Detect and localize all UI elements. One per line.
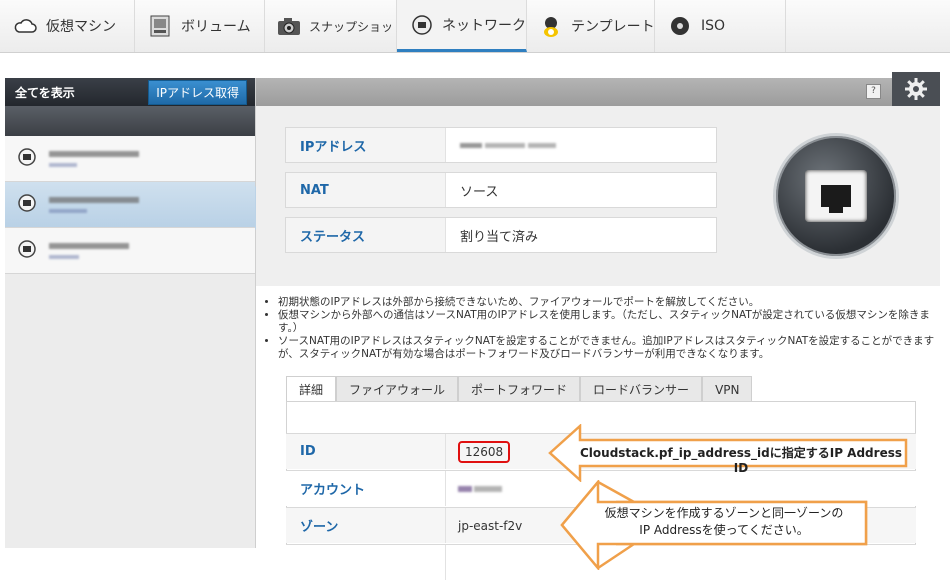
nav-tab-vm[interactable]: 仮想マシン	[0, 0, 135, 52]
nav-tab-volume[interactable]: ボリューム	[135, 0, 265, 52]
nav-tab-template[interactable]: テンプレート	[527, 0, 655, 52]
ip-list-item[interactable]	[5, 228, 255, 274]
zone-callout: 仮想マシンを作成するゾーンと同一ゾーンの IP Addressを使ってください。	[560, 480, 888, 570]
field-label: IPアドレス	[286, 128, 446, 162]
list-subheader	[5, 106, 255, 136]
row-value: 12608	[446, 440, 511, 463]
nav-tab-label: 仮想マシン	[46, 19, 116, 35]
network-icon	[17, 147, 37, 170]
field-ip-address: IPアドレス	[285, 127, 717, 163]
tab-firewall[interactable]: ファイアウォール	[336, 376, 459, 402]
id-value: 12608	[458, 440, 511, 463]
field-value: ソース	[460, 184, 499, 200]
camera-icon	[277, 13, 301, 39]
field-label: NAT	[286, 173, 446, 207]
row-value	[446, 485, 502, 492]
nav-tab-snapshot[interactable]: スナップショット	[265, 0, 405, 52]
nav-tab-label: テンプレート	[571, 19, 655, 35]
network-icon	[17, 239, 37, 262]
nav-tab-label: スナップショット	[309, 19, 406, 34]
field-value: 割り当て済み	[460, 229, 539, 245]
id-callout: Cloudstack.pf_ip_address_idに指定するIP Addre…	[548, 424, 910, 482]
row-label: ID	[286, 434, 446, 469]
row-label	[286, 545, 446, 580]
ip-list-panel: 全てを表示 IPアドレス取得	[5, 78, 256, 548]
cloud-icon	[12, 13, 38, 39]
zone-callout-text: 仮想マシンを作成するゾーンと同一ゾーンの IP Addressを使ってください。	[560, 505, 888, 539]
field-nat: NAT ソース	[285, 172, 717, 208]
redacted-ip	[49, 196, 139, 213]
field-label: ステータス	[286, 218, 446, 252]
zone-callout-line1: 仮想マシンを作成するゾーンと同一ゾーンの	[604, 506, 844, 520]
gear-icon[interactable]	[892, 72, 940, 106]
tab-vpn[interactable]: VPN	[702, 376, 753, 402]
top-navigation: 仮想マシン ボリューム スナップショット ネットワーク テンプレート ISO	[0, 0, 950, 53]
note-item: 仮想マシンから外部への通信はソースNAT用のIPアドレスを使用します。（ただし、…	[278, 309, 948, 335]
zone-callout-line2: IP Addressを使ってください。	[639, 523, 809, 537]
tab-port-forward[interactable]: ポートフォワード	[458, 376, 581, 402]
disc-icon	[667, 13, 693, 39]
redacted-ip	[49, 150, 139, 167]
row-value: jp-east-f2v	[458, 518, 523, 533]
ip-list-item-selected[interactable]	[5, 182, 255, 228]
show-all-label[interactable]: 全てを表示	[15, 84, 75, 101]
nav-tab-iso[interactable]: ISO	[655, 0, 786, 52]
note-item: ソースNAT用のIPアドレスはスタティックNATを設定することができません。追加…	[278, 335, 948, 361]
network-icon	[409, 12, 434, 38]
id-callout-text: Cloudstack.pf_ip_address_idに指定するIP Addre…	[579, 446, 902, 475]
nav-tab-label: ボリューム	[181, 19, 251, 35]
notes-list: 初期状態のIPアドレスは外部から接続できないため、ファイアウォールでポートを解放…	[264, 296, 948, 361]
volume-icon	[147, 13, 173, 39]
redacted-ip	[49, 242, 129, 259]
tab-load-balancer[interactable]: ロードバランサー	[580, 376, 703, 402]
row-label: アカウント	[286, 471, 446, 506]
template-icon	[539, 13, 563, 39]
nav-tab-label: ネットワーク	[442, 17, 526, 34]
detail-tabs: 詳細 ファイアウォール ポートフォワード ロードバランサー VPN	[286, 376, 753, 402]
acquire-ip-button[interactable]: IPアドレス取得	[148, 79, 247, 105]
network-icon	[17, 193, 37, 216]
help-icon[interactable]: ?	[866, 84, 881, 99]
ip-list-item[interactable]	[5, 136, 255, 182]
tab-details[interactable]: 詳細	[286, 376, 337, 402]
field-value	[446, 142, 556, 148]
nav-tab-network[interactable]: ネットワーク	[397, 0, 527, 52]
detail-header	[256, 78, 892, 106]
network-port-icon	[773, 133, 899, 259]
list-header: 全てを表示 IPアドレス取得	[5, 78, 255, 106]
field-status: ステータス 割り当て済み	[285, 217, 717, 253]
note-item: 初期状態のIPアドレスは外部から接続できないため、ファイアウォールでポートを解放…	[278, 296, 948, 309]
nav-tab-label: ISO	[701, 18, 726, 34]
row-label: ゾーン	[286, 508, 446, 543]
